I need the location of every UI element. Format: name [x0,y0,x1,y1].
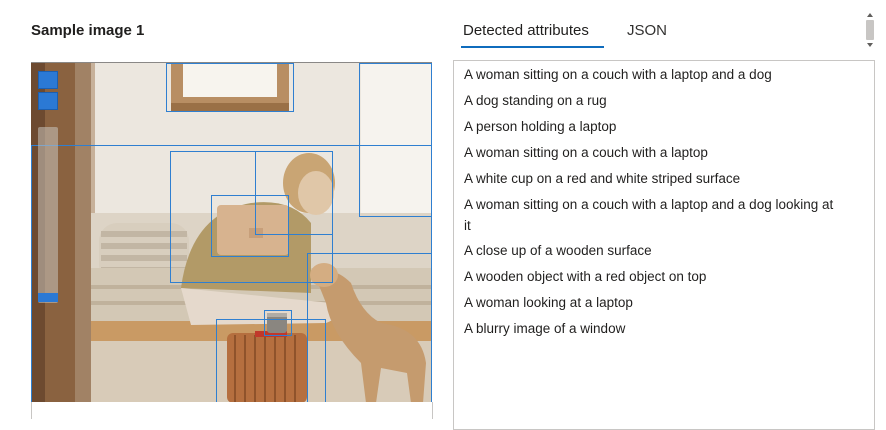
bbox-window[interactable] [166,63,294,112]
active-tab-indicator [461,46,604,48]
zoom-slider-handle[interactable] [38,293,58,302]
list-item: A close up of a wooden surface [464,243,652,258]
list-item: A person holding a laptop [464,119,617,134]
zoom-in-button[interactable] [38,71,58,89]
zoom-out-button[interactable] [38,92,58,110]
page-title: Sample image 1 [31,22,145,39]
scroll-thumb[interactable] [866,20,874,40]
sample-image[interactable] [31,62,432,403]
zoom-slider[interactable] [38,127,58,303]
list-item: A wooden object with a red object on top [464,269,707,284]
bbox-person-laptop[interactable] [211,195,289,257]
bbox-wooden-object[interactable] [216,319,326,403]
detected-attributes-list[interactable]: A woman sitting on a couch with a laptop… [453,60,875,430]
list-item: A blurry image of a window [464,321,626,336]
page-scrollbar[interactable] [866,13,875,48]
bbox-wall-right[interactable] [359,63,432,217]
image-container-bottom [31,402,433,419]
list-item: A woman sitting on a couch with a laptop [464,145,708,160]
list-item: A woman looking at a laptop [464,295,633,310]
list-item: A dog standing on a rug [464,93,607,108]
tab-detected-attributes[interactable]: Detected attributes [463,22,589,39]
list-item-continuation: it [464,218,471,233]
list-item: A woman sitting on a couch with a laptop… [464,197,834,212]
list-item: A white cup on a red and white striped s… [464,171,741,186]
list-item: A woman sitting on a couch with a laptop… [464,67,772,82]
scroll-up-icon[interactable] [867,13,873,17]
tab-json[interactable]: JSON [627,22,667,39]
scroll-down-icon[interactable] [867,43,873,47]
